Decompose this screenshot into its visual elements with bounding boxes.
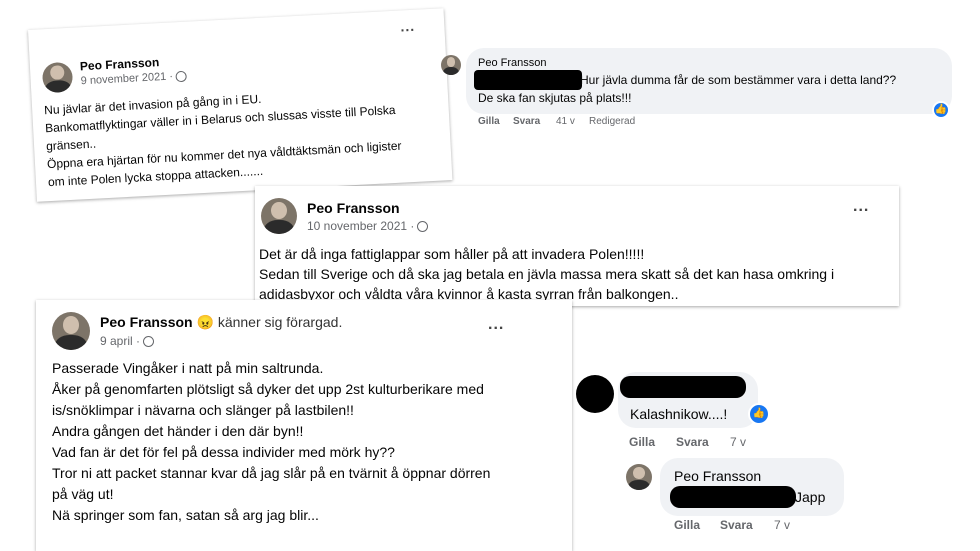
post-text-line: Åker på genomfarten plötsligt så dyker d… <box>52 381 484 397</box>
comment-text: Japp <box>795 489 826 505</box>
comment-time[interactable]: 7 v <box>730 435 746 449</box>
redaction-block <box>620 376 746 398</box>
comment-text: De ska fan skjutas på plats!!! <box>478 91 632 105</box>
post-date[interactable]: 9 april · <box>100 334 155 348</box>
feeling-angry-icon: 😠 <box>196 314 214 330</box>
like-thumb-icon: 👍 <box>932 101 950 119</box>
comment-bubble-1: Peo Fransson Hur jävla dumma får de som … <box>466 48 952 114</box>
avatar[interactable] <box>441 55 461 75</box>
post-card-2: Peo Fransson 10 november 2021 · ... Det … <box>255 186 899 306</box>
edited-label: Redigerad <box>589 116 636 127</box>
reply-link[interactable]: Svara <box>720 518 753 532</box>
avatar[interactable] <box>41 61 74 94</box>
post-text-line: is/snöklimpar i nävarna och slänger på l… <box>52 402 354 418</box>
globe-icon <box>175 70 188 82</box>
post-text-line: på väg ut! <box>52 486 114 502</box>
post-text-line: gränsen.. <box>45 136 97 154</box>
comment-bubble-3: Peo Fransson Japp <box>660 458 844 516</box>
redaction-block <box>670 486 796 508</box>
comment-bubble-2: Kalashnikow....! <box>618 372 758 428</box>
reply-link[interactable]: Svara <box>513 116 540 127</box>
globe-icon <box>417 221 429 233</box>
post-card-1: Peo Fransson 9 november 2021 · ... Nu jä… <box>28 8 453 202</box>
more-dots-icon[interactable]: ... <box>400 18 415 35</box>
comment-time[interactable]: 7 v <box>774 518 790 532</box>
comment-text: Hur jävla dumma får de som bestämmer var… <box>580 73 897 87</box>
comment-author[interactable]: Peo Fransson <box>674 468 761 484</box>
like-link[interactable]: Gilla <box>674 518 700 532</box>
post-text-line: Passerade Vingåker i natt på min saltrun… <box>52 360 324 376</box>
post-card-3: Peo Fransson 😠 känner sig förargad. 9 ap… <box>36 300 572 551</box>
more-dots-icon[interactable]: ... <box>488 316 504 334</box>
like-link[interactable]: Gilla <box>629 435 655 449</box>
post-author[interactable]: Peo Fransson <box>307 200 400 216</box>
post-text-line: Sedan till Sverige och då ska jag betala… <box>259 266 835 282</box>
post-author-link[interactable]: Peo Fransson <box>100 314 193 330</box>
post-text-line: Nä springer som fan, satan så arg jag bl… <box>52 507 319 523</box>
globe-icon <box>143 336 155 348</box>
feeling-text: känner sig förargad. <box>217 314 343 330</box>
post-text-line: Vad fan är det för fel på dessa individe… <box>52 444 395 460</box>
post-text-line: Tror ni att packet stannar kvar då jag s… <box>52 465 491 481</box>
post-text-line: Andra gången det händer i den där byn!! <box>52 423 304 439</box>
redacted-avatar <box>576 375 614 413</box>
comment-text: Kalashnikow....! <box>630 406 728 422</box>
redaction-block <box>474 70 582 90</box>
post-author[interactable]: Peo Fransson <box>80 55 160 73</box>
reply-link[interactable]: Svara <box>676 435 709 449</box>
post-text-line: Det är då inga fattiglappar som håller p… <box>259 246 645 262</box>
avatar[interactable] <box>626 464 652 490</box>
like-thumb-icon: 👍 <box>748 403 770 425</box>
comment-time[interactable]: 41 v <box>556 116 575 127</box>
comment-author[interactable]: Peo Fransson <box>478 57 546 69</box>
avatar[interactable] <box>52 312 90 350</box>
avatar[interactable] <box>261 198 297 234</box>
post-date[interactable]: 10 november 2021 · <box>307 219 429 233</box>
like-link[interactable]: Gilla <box>478 116 500 127</box>
more-dots-icon[interactable]: ... <box>853 198 869 216</box>
post-author: Peo Fransson 😠 känner sig förargad. <box>100 314 342 331</box>
